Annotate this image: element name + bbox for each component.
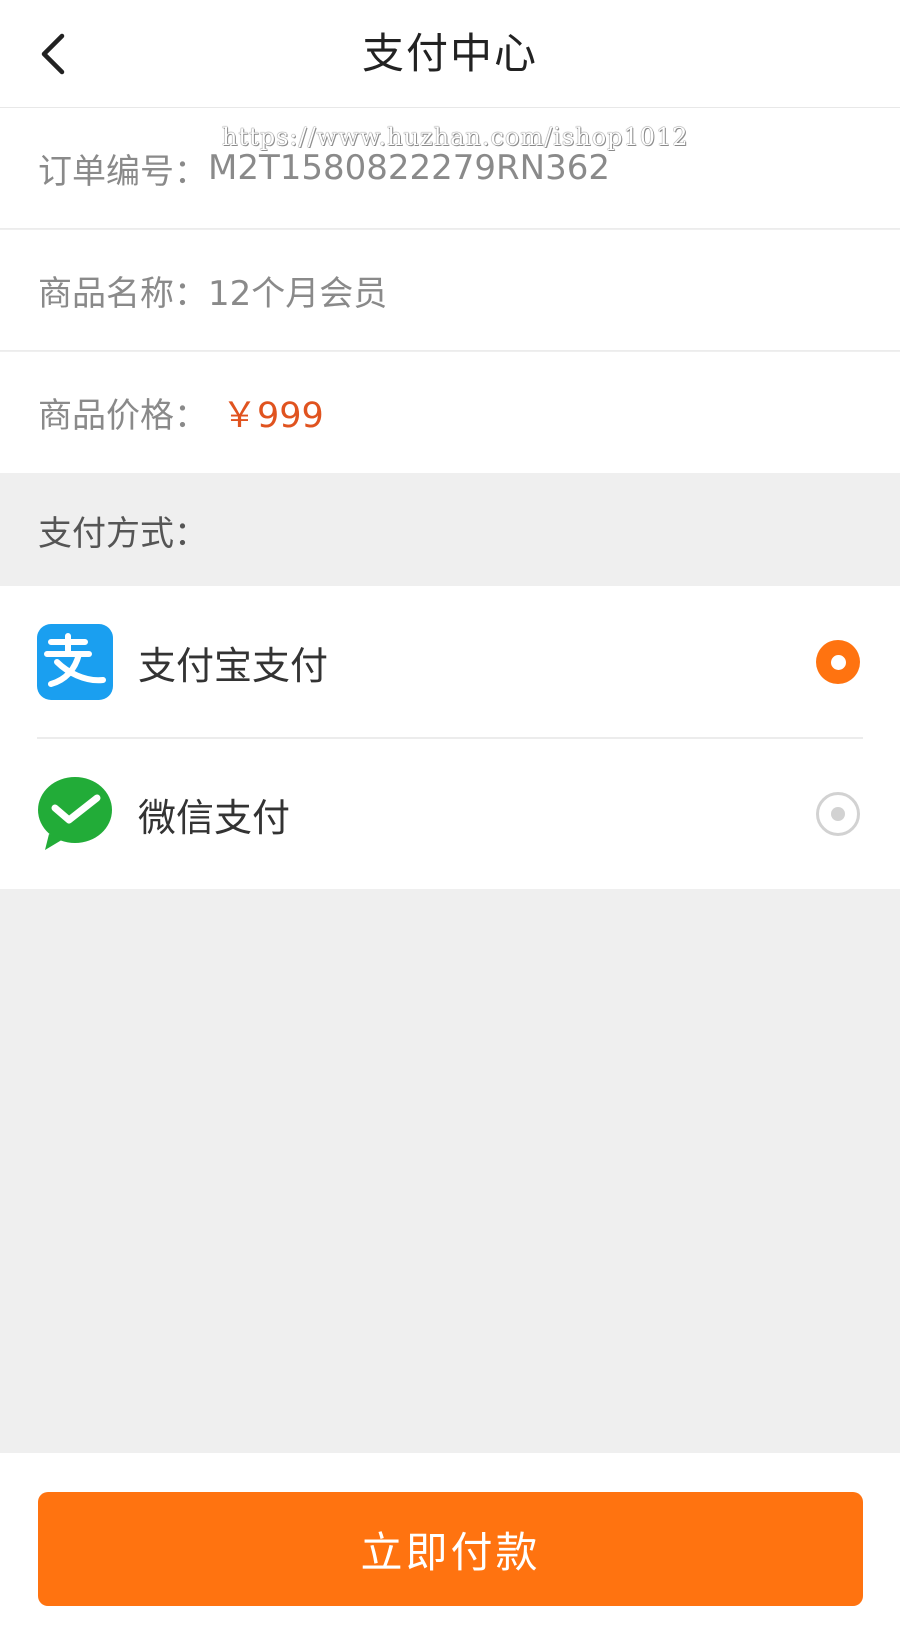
product-price-value: ￥999	[222, 396, 324, 436]
app-header: 支付中心	[0, 0, 900, 108]
order-number-label: 订单编号：	[38, 151, 208, 192]
page-title: 支付中心	[361, 28, 538, 78]
watermark-text: https://www.huzhan.com/ishop1012	[222, 123, 689, 151]
footer-bar: 立即付款	[0, 1453, 900, 1635]
radio-dot	[830, 654, 846, 670]
payment-option-wechat[interactable]: 微信支付	[0, 738, 900, 890]
pay-now-button[interactable]: 立即付款	[38, 1492, 863, 1606]
wechat-pay-label: 微信支付	[138, 795, 291, 840]
payment-method-list: 支付宝支付 微信支付	[0, 586, 900, 889]
product-name-label: 商品名称：	[38, 273, 208, 314]
wechat-pay-radio[interactable]	[816, 792, 860, 836]
alipay-radio-selected[interactable]	[816, 640, 860, 684]
wechat-pay-icon	[38, 777, 112, 850]
alipay-icon	[37, 624, 113, 700]
product-price-row: 商品价格： ￥999	[0, 352, 900, 473]
payment-method-header: 支付方式：	[0, 474, 900, 586]
radio-dot	[831, 807, 845, 821]
product-name-value: 12个月会员	[208, 273, 388, 314]
product-name-row: 商品名称： 12个月会员	[0, 230, 900, 351]
payment-option-alipay[interactable]: 支付宝支付	[0, 586, 900, 739]
order-number-value: M2T1580822279RN362	[208, 148, 611, 188]
alipay-label: 支付宝支付	[138, 643, 329, 688]
product-price-label: 商品价格：	[38, 396, 208, 436]
